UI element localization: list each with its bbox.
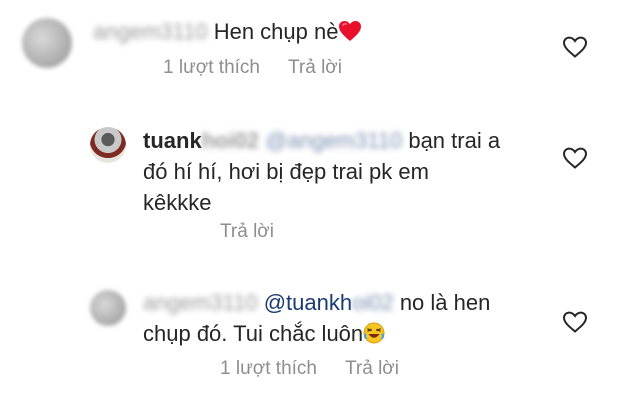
comment-text-line1: no là hen <box>399 290 491 315</box>
comment-meta: Trả lời <box>220 221 274 243</box>
comment-text-line2: đó hí hí, hơi bị đẹp trai pk em <box>143 159 429 184</box>
username[interactable]: tuank <box>143 128 202 153</box>
laughing-emoji-icon <box>363 322 385 344</box>
like-heart-icon[interactable] <box>562 146 588 170</box>
comment-text: Hen chụp nè <box>213 19 339 44</box>
like-heart-icon[interactable] <box>562 310 588 334</box>
red-heart-icon <box>339 21 362 41</box>
likes-count[interactable]: 1 lượt thích <box>220 358 317 380</box>
username[interactable]: angem3110 <box>93 19 208 44</box>
comment-meta: 1 lượt thích Trả lời <box>220 358 399 380</box>
mention-hidden: oi02 <box>352 290 394 315</box>
comment-text-line2: chụp đó. Tui chắc luôn <box>143 321 364 346</box>
comment-text-line3: kêkkke <box>143 190 212 215</box>
avatar[interactable] <box>22 18 72 68</box>
comment-body: angem3110 @tuankhoi02 no là hen chụp đó.… <box>143 287 543 349</box>
likes-count[interactable]: 1 lượt thích <box>163 57 260 79</box>
comment-body: angem3110 Hen chụp nè <box>93 16 362 47</box>
mention-link[interactable]: @angem3110 <box>265 128 402 153</box>
reply-button[interactable]: Trả lời <box>220 221 274 243</box>
mention-link[interactable]: @tuankh <box>264 290 352 315</box>
avatar[interactable] <box>90 127 126 163</box>
like-heart-icon[interactable] <box>562 35 588 59</box>
comment-meta: 1 lượt thích Trả lời <box>163 57 342 79</box>
comment-text-line1: bạn trai a <box>408 128 501 153</box>
reply-button[interactable]: Trả lời <box>345 358 399 380</box>
username-hidden: hoi02 <box>201 128 260 153</box>
avatar[interactable] <box>90 290 126 326</box>
reply-button[interactable]: Trả lời <box>288 57 342 79</box>
username[interactable]: angem3110 <box>143 290 258 315</box>
comment-body: tuankhoi02 @angem3110 bạn trai a đó hí h… <box>143 125 543 218</box>
